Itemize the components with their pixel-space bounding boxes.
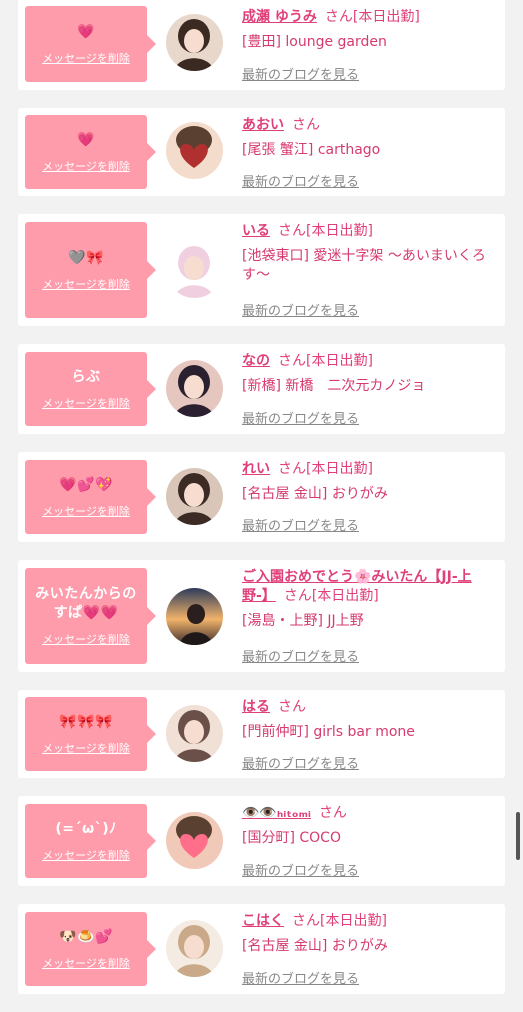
list-item: (=´ω`)ﾉ メッセージを削除 👁️👁️ₕᵢₜₒₘᵢ さん [国分町] COCO… bbox=[18, 796, 505, 886]
latest-blog-link[interactable]: 最新のブログを見る bbox=[242, 968, 359, 987]
latest-blog-link[interactable]: 最新のブログを見る bbox=[242, 753, 359, 772]
shop-name: [豊田] lounge garden bbox=[242, 34, 387, 50]
delete-message-link[interactable]: メッセージを削除 bbox=[42, 740, 130, 756]
delete-message-link[interactable]: メッセージを削除 bbox=[42, 395, 130, 411]
shop-name: [門前仲町] girls bar mone bbox=[242, 724, 415, 740]
list-item: らぶ メッセージを削除 なの さん[本日出勤] [新橋] 新橋 二次元カノジョ 最… bbox=[18, 344, 505, 434]
attendance-status: [本日出勤] bbox=[306, 353, 373, 369]
attendance-status: [本日出勤] bbox=[352, 9, 420, 25]
latest-blog-link[interactable]: 最新のブログを見る bbox=[242, 300, 359, 319]
avatar[interactable] bbox=[166, 122, 223, 179]
list-item: 💗 メッセージを削除 成瀬 ゆうみ さん[本日出勤] [豊田] lounge ga… bbox=[18, 0, 505, 90]
cast-info: 👁️👁️ₕᵢₜₒₘᵢ さん [国分町] COCO bbox=[242, 804, 497, 848]
message-bubble: らぶ メッセージを削除 bbox=[25, 352, 156, 426]
honorific: さん bbox=[324, 9, 353, 25]
latest-blog-link[interactable]: 最新のブログを見る bbox=[242, 64, 359, 83]
honorific: さん bbox=[283, 588, 312, 604]
message-text: 🐶🍮💕 bbox=[59, 928, 113, 945]
honorific: さん bbox=[278, 699, 306, 715]
attendance-status: [本日出勤] bbox=[306, 223, 373, 239]
scrollbar[interactable] bbox=[516, 812, 520, 860]
message-text: 🩶🎀 bbox=[68, 249, 104, 266]
honorific: さん bbox=[318, 805, 347, 821]
message-bubble: 🐶🍮💕 メッセージを削除 bbox=[25, 912, 156, 986]
shop-name: [湯島・上野] JJ上野 bbox=[242, 613, 364, 629]
honorific: さん bbox=[292, 913, 320, 929]
message-bubble: みいたんからのすぱ💗💗 メッセージを削除 bbox=[25, 568, 156, 664]
cast-info: ご入園おめでとう🌸みいたん【JJ-上野-】 さん[本日出勤] [湯島・上野] JJ… bbox=[242, 568, 497, 631]
delete-message-link[interactable]: メッセージを削除 bbox=[42, 955, 130, 971]
message-text: 💗 bbox=[77, 23, 95, 40]
latest-blog-link[interactable]: 最新のブログを見る bbox=[242, 171, 359, 190]
latest-blog-link[interactable]: 最新のブログを見る bbox=[242, 860, 359, 879]
honorific: さん bbox=[278, 223, 306, 239]
cast-name-link[interactable]: こはく bbox=[242, 913, 284, 929]
honorific: さん bbox=[292, 117, 320, 133]
list-item: 💗 メッセージを削除 あおい さん [尾張 蟹江] carthago 最新のブログ… bbox=[18, 108, 505, 196]
message-text: みいたんからのすぱ💗💗 bbox=[35, 586, 137, 621]
list-item: みいたんからのすぱ💗💗 メッセージを削除 ご入園おめでとう🌸みいたん【JJ-上野… bbox=[18, 560, 505, 672]
cast-info: れい さん[本日出勤] [名古屋 金山] おりがみ bbox=[242, 460, 497, 504]
message-bubble: 🎀🎀🎀 メッセージを削除 bbox=[25, 697, 156, 771]
cast-info: こはく さん[本日出勤] [名古屋 金山] おりがみ bbox=[242, 912, 497, 956]
avatar[interactable] bbox=[166, 920, 223, 977]
shop-name: [国分町] COCO bbox=[242, 830, 341, 846]
message-bubble: 💗 メッセージを削除 bbox=[25, 6, 156, 82]
honorific: さん bbox=[278, 461, 306, 477]
cast-info: なの さん[本日出勤] [新橋] 新橋 二次元カノジョ bbox=[242, 352, 497, 396]
message-bubble: 💗💕💖 メッセージを削除 bbox=[25, 460, 156, 534]
message-text: 💗 bbox=[77, 131, 95, 148]
cast-name-link[interactable]: れい bbox=[242, 461, 270, 477]
attendance-status: [本日出勤] bbox=[306, 461, 373, 477]
avatar[interactable] bbox=[166, 360, 223, 417]
delete-message-link[interactable]: メッセージを削除 bbox=[42, 50, 130, 66]
message-bubble: (=´ω`)ﾉ メッセージを削除 bbox=[25, 804, 156, 878]
shop-name: [池袋東口] 愛迷十字架 〜あいまいくろす〜 bbox=[242, 248, 486, 283]
avatar[interactable] bbox=[166, 14, 223, 71]
cast-info: 成瀬 ゆうみ さん[本日出勤] [豊田] lounge garden bbox=[242, 8, 497, 52]
avatar[interactable] bbox=[166, 588, 223, 645]
list-item: 🐶🍮💕 メッセージを削除 こはく さん[本日出勤] [名古屋 金山] おりがみ 最… bbox=[18, 904, 505, 994]
cast-name-link[interactable]: なの bbox=[242, 353, 270, 369]
latest-blog-link[interactable]: 最新のブログを見る bbox=[242, 515, 359, 534]
list-item: 💗💕💖 メッセージを削除 れい さん[本日出勤] [名古屋 金山] おりがみ 最新… bbox=[18, 452, 505, 542]
avatar[interactable] bbox=[166, 705, 223, 762]
message-list: 💗 メッセージを削除 成瀬 ゆうみ さん[本日出勤] [豊田] lounge ga… bbox=[18, 0, 505, 1012]
attendance-status: [本日出勤] bbox=[320, 913, 387, 929]
message-text: らぶ bbox=[71, 368, 101, 385]
cast-info: あおい さん [尾張 蟹江] carthago bbox=[242, 116, 497, 160]
honorific: さん bbox=[278, 353, 306, 369]
list-item: 🩶🎀 メッセージを削除 いる さん[本日出勤] [池袋東口] 愛迷十字架 〜あいま… bbox=[18, 214, 505, 326]
avatar[interactable] bbox=[166, 812, 223, 869]
cast-name-link[interactable]: はる bbox=[242, 699, 270, 715]
shop-name: [名古屋 金山] おりがみ bbox=[242, 486, 388, 502]
delete-message-link[interactable]: メッセージを削除 bbox=[42, 276, 130, 292]
cast-name-link[interactable]: あおい bbox=[242, 117, 284, 133]
latest-blog-link[interactable]: 最新のブログを見る bbox=[242, 408, 359, 427]
delete-message-link[interactable]: メッセージを削除 bbox=[42, 631, 130, 647]
avatar[interactable] bbox=[166, 241, 223, 298]
message-text: (=´ω`)ﾉ bbox=[55, 820, 117, 837]
cast-name-link[interactable]: 👁️👁️ₕᵢₜₒₘᵢ bbox=[242, 805, 311, 821]
delete-message-link[interactable]: メッセージを削除 bbox=[42, 158, 130, 174]
cast-name-link[interactable]: 成瀬 ゆうみ bbox=[242, 9, 317, 25]
cast-info: いる さん[本日出勤] [池袋東口] 愛迷十字架 〜あいまいくろす〜 bbox=[242, 222, 497, 285]
shop-name: [名古屋 金山] おりがみ bbox=[242, 938, 388, 954]
delete-message-link[interactable]: メッセージを削除 bbox=[42, 503, 130, 519]
attendance-status: [本日出勤] bbox=[311, 588, 379, 604]
cast-info: はる さん [門前仲町] girls bar mone bbox=[242, 698, 497, 742]
message-text: 💗💕💖 bbox=[59, 476, 113, 493]
avatar[interactable] bbox=[166, 468, 223, 525]
list-item: 🎀🎀🎀 メッセージを削除 はる さん [門前仲町] girls bar mone … bbox=[18, 690, 505, 778]
message-bubble: 🩶🎀 メッセージを削除 bbox=[25, 222, 156, 318]
cast-name-link[interactable]: いる bbox=[242, 223, 270, 239]
shop-name: [尾張 蟹江] carthago bbox=[242, 142, 381, 158]
message-bubble: 💗 メッセージを削除 bbox=[25, 115, 156, 189]
latest-blog-link[interactable]: 最新のブログを見る bbox=[242, 646, 359, 665]
message-text: 🎀🎀🎀 bbox=[59, 713, 113, 730]
delete-message-link[interactable]: メッセージを削除 bbox=[42, 847, 130, 863]
shop-name: [新橋] 新橋 二次元カノジョ bbox=[242, 378, 426, 394]
